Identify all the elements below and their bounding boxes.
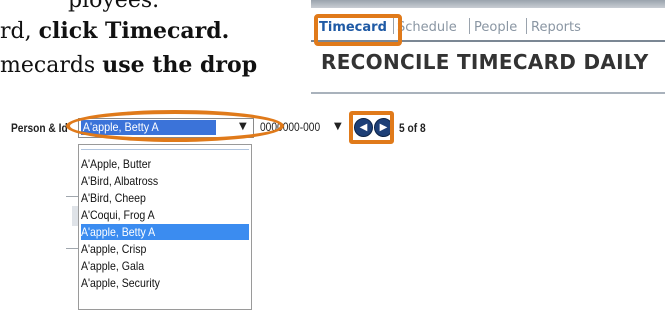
page-title: RECONCILE TIMECARD DAILY xyxy=(321,50,649,74)
dropdown-option[interactable]: A'Coqui, Frog A xyxy=(81,207,249,223)
doc-text-plain: mecards xyxy=(0,53,103,78)
dropdown-option[interactable]: A'Apple, Butter xyxy=(81,156,249,172)
person-id-label: Person & Id xyxy=(11,121,68,135)
doc-text-line-1: ployees. xyxy=(68,0,160,13)
timecard-tab-highlight xyxy=(314,14,402,46)
dropdown-option[interactable]: A'Bird, Albatross xyxy=(81,173,249,189)
tab-reports[interactable]: Reports xyxy=(531,20,581,35)
option-label: A'Bird, Cheep xyxy=(81,191,146,205)
doc-text-bold: click Timecard. xyxy=(38,18,230,44)
app-top-bar xyxy=(311,0,665,8)
option-label: A'apple, Crisp xyxy=(81,242,147,256)
tab-separator xyxy=(469,18,470,34)
option-label: A'apple, Security xyxy=(81,276,160,290)
option-label: A'Bird, Albatross xyxy=(81,174,159,188)
chevron-down-icon[interactable]: ▼ xyxy=(334,121,342,132)
option-label: A'apple, Betty A xyxy=(81,225,156,239)
dropdown-top-edge xyxy=(81,143,249,150)
option-label: A'Coqui, Frog A xyxy=(81,208,155,222)
dropdown-option-selected[interactable]: A'apple, Betty A xyxy=(81,224,249,240)
dropdown-option[interactable]: A'apple, Crisp xyxy=(81,241,249,257)
record-count: 5 of 8 xyxy=(399,121,426,135)
nav-buttons-highlight xyxy=(349,111,394,144)
dropdown-option[interactable]: A'Bird, Cheep xyxy=(81,190,249,206)
tab-schedule[interactable]: Schedule xyxy=(397,20,457,35)
doc-text-line-3: mecards use the drop xyxy=(0,52,257,78)
tab-people[interactable]: People xyxy=(474,20,517,35)
dropdown-option[interactable]: A'apple, Gala xyxy=(81,258,249,274)
doc-text-line-2: rd, click Timecard. xyxy=(0,18,229,44)
option-label: A'Apple, Butter xyxy=(81,157,152,171)
doc-text-plain: rd, xyxy=(0,19,39,44)
tab-separator xyxy=(526,18,527,34)
person-select-highlight xyxy=(66,110,284,142)
option-label: A'apple, Gala xyxy=(81,259,145,273)
app-screenshot-panel: Timecard Schedule People Reports RECONCI… xyxy=(311,0,665,100)
panel-divider xyxy=(311,92,665,94)
person-dropdown-list[interactable]: A'Apple, Butter A'Bird, Albatross A'Bird… xyxy=(78,144,252,310)
background-divider xyxy=(66,196,78,197)
doc-text-bold: use the drop xyxy=(102,52,258,78)
dropdown-option[interactable]: A'apple, Security xyxy=(81,275,249,291)
background-divider xyxy=(66,248,78,249)
